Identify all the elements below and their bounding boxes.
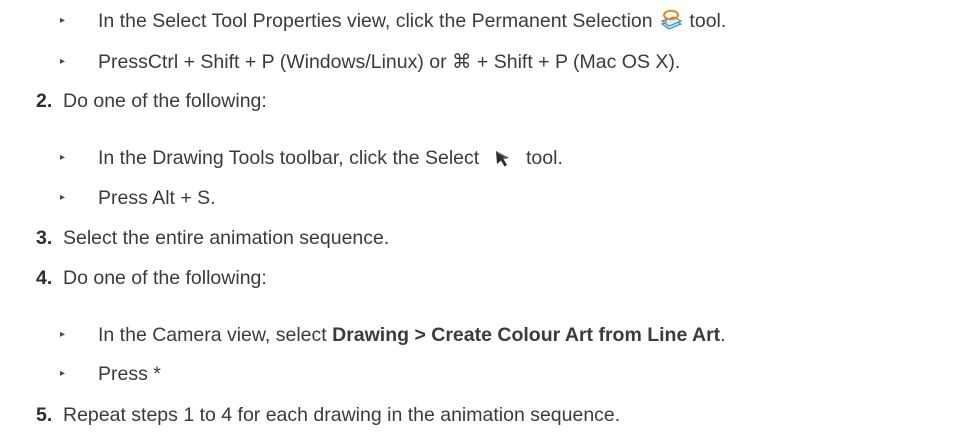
bullet-marker: ▸: [60, 368, 66, 379]
permanent-selection-icon: [658, 8, 684, 32]
instruction-text: Press Alt + S.: [98, 187, 216, 209]
bullet-marker: ▸: [60, 329, 66, 340]
step-text: Select the entire animation sequence.: [63, 227, 390, 249]
bullet-marker: ▸: [60, 56, 66, 67]
step-number: 5.: [36, 404, 53, 426]
instruction-text: In the Select Tool Properties view, clic…: [98, 8, 726, 34]
menu-path: Drawing > Create Colour Art from Line Ar…: [332, 324, 721, 346]
step-number: 4.: [36, 267, 53, 289]
instruction-text: PressCtrl + Shift + P (Windows/Linux) or…: [98, 50, 681, 73]
bullet-marker: ▸: [60, 192, 66, 203]
instruction-text: In the Camera view, select Drawing > Cre…: [98, 324, 726, 346]
step-text: Do one of the following:: [63, 90, 267, 112]
step-number: 2.: [36, 90, 53, 112]
instruction-text: Press *: [98, 363, 161, 385]
command-key-symbol: ⌘: [452, 50, 472, 73]
instruction-text: In the Drawing Tools toolbar, click the …: [98, 146, 563, 170]
step-number: 3.: [36, 227, 53, 249]
bullet-marker: ▸: [60, 152, 66, 163]
step-text: Do one of the following:: [63, 267, 267, 289]
select-arrow-icon: [489, 146, 517, 170]
step-text: Repeat steps 1 to 4 for each drawing in …: [63, 404, 621, 426]
bullet-marker: ▸: [60, 15, 66, 26]
